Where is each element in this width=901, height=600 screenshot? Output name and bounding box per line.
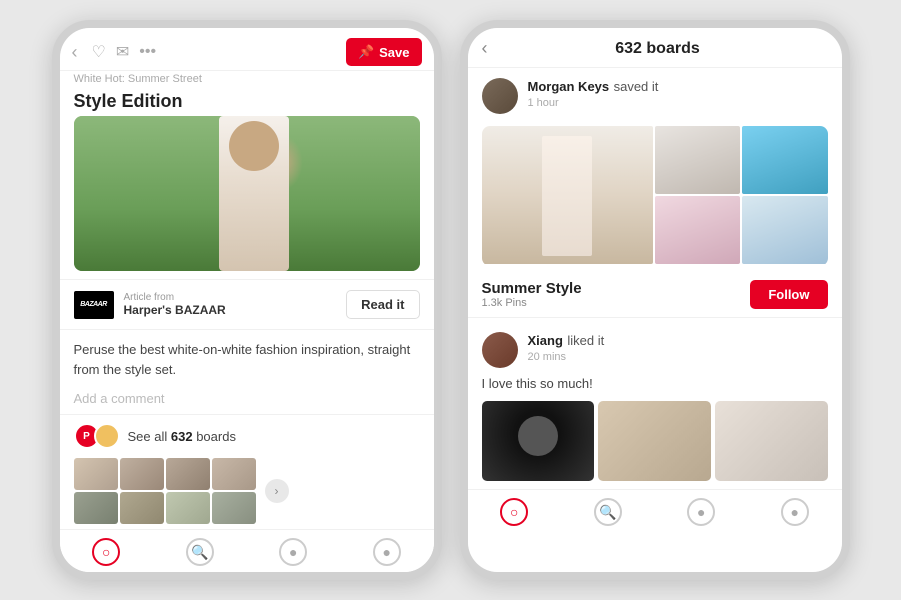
thumb-5 [74, 492, 118, 524]
activity-info-2: Xiang liked it 20 mins [528, 332, 828, 363]
thumb-3 [166, 458, 210, 490]
read-it-button[interactable]: Read it [346, 290, 419, 319]
heart-icon[interactable]: ♡ [92, 42, 106, 62]
activity-thumb-3 [715, 401, 828, 481]
activity-thumb-2 [598, 401, 711, 481]
bottom-nav-2: ○ 🔍 ● ● [468, 489, 842, 532]
board-grid [482, 126, 828, 266]
nav-chat-icon[interactable]: ● [279, 538, 307, 566]
activity-time-1: 1 hour [528, 97, 828, 109]
thumb-6 [120, 492, 164, 524]
boards-scroll[interactable]: › [60, 457, 434, 529]
phone-2-header: ‹ 632 boards [468, 28, 842, 68]
article-subtitle: White Hot: Summer Street [60, 71, 434, 85]
activity-info-1: Morgan Keys saved it 1 hour [528, 78, 828, 109]
scroll-next-arrow[interactable]: › [265, 479, 289, 503]
nav-2-chat-icon[interactable]: ● [687, 498, 715, 526]
thumb-8 [212, 492, 256, 524]
activity-thumb-1 [482, 401, 595, 481]
board-cell-tr [655, 126, 741, 194]
comment-input[interactable]: Add a comment [60, 385, 434, 415]
nav-2-profile-icon[interactable]: ● [781, 498, 809, 526]
board-preview[interactable] [482, 126, 828, 266]
nav-2-pinterest-icon[interactable]: ○ [500, 498, 528, 526]
back-icon[interactable]: ‹ [72, 42, 78, 63]
article-info: Article from Harper's BAZAAR [114, 292, 347, 317]
pin-icon: 📌 [358, 44, 374, 60]
board-cell-main [482, 126, 653, 264]
nav-2-search-icon[interactable]: 🔍 [594, 498, 622, 526]
avatar-stack: P [74, 423, 114, 449]
activity-top-2: Xiang liked it 20 mins [482, 332, 828, 368]
nav-search-icon[interactable]: 🔍 [186, 538, 214, 566]
board-info: Summer Style 1.3k Pins Follow [468, 274, 842, 317]
phone-1: ‹ ♡ ✉ ••• 📌 Save White Hot: Summer Stree… [52, 20, 442, 580]
board-cell-bl [655, 196, 741, 264]
description-text: Peruse the best white-on-white fashion i… [60, 330, 434, 385]
avatar-morgan[interactable] [482, 78, 518, 114]
thumb-2 [120, 458, 164, 490]
thumb-1 [74, 458, 118, 490]
bazaar-logo: BAZAAR [74, 291, 114, 319]
article-from-label: Article from [124, 292, 347, 303]
divider-1 [468, 317, 842, 318]
nav-profile-icon[interactable]: ● [373, 538, 401, 566]
bottom-nav-1: ○ 🔍 ● ● [60, 529, 434, 572]
board-name: Summer Style [482, 280, 582, 297]
nav-pinterest-icon[interactable]: ○ [92, 538, 120, 566]
thumb-7 [166, 492, 210, 524]
activity-comment: I love this so much! [468, 372, 842, 397]
activity-top-1: Morgan Keys saved it 1 hour [482, 78, 828, 114]
send-icon[interactable]: ✉ [116, 42, 129, 62]
board-cell-mr [742, 126, 828, 194]
board-cell-bm [742, 196, 828, 264]
phone-1-screen: ‹ ♡ ✉ ••• 📌 Save White Hot: Summer Stree… [60, 28, 434, 572]
activity-name-2: Xiang liked it [528, 332, 828, 350]
activity-name-1: Morgan Keys saved it [528, 78, 828, 96]
boards-title: 632 boards [488, 40, 828, 58]
boards-row: P See all 632 boards [60, 415, 434, 457]
more-icon[interactable]: ••• [139, 43, 336, 61]
thumb-grid [74, 458, 256, 524]
thumb-4 [212, 458, 256, 490]
activity-images [468, 397, 842, 489]
board-pin-count: 1.3k Pins [482, 297, 582, 309]
activity-item-2: Xiang liked it 20 mins [468, 322, 842, 372]
phone-2: ‹ 632 boards Morgan Keys saved it 1 hour [460, 20, 850, 580]
phone-1-header: ‹ ♡ ✉ ••• 📌 Save [60, 28, 434, 71]
board-details: Summer Style 1.3k Pins [482, 280, 582, 309]
follow-button[interactable]: Follow [750, 280, 827, 309]
save-button[interactable]: 📌 Save [346, 38, 422, 66]
page-title: Style Edition [60, 85, 434, 116]
main-image [74, 116, 420, 271]
avatar-xiang[interactable] [482, 332, 518, 368]
phone-2-screen: ‹ 632 boards Morgan Keys saved it 1 hour [468, 28, 842, 572]
activity-time-2: 20 mins [528, 351, 828, 363]
avatar-2 [94, 423, 120, 449]
article-row: BAZAAR Article from Harper's BAZAAR Read… [60, 279, 434, 330]
article-source: Harper's BAZAAR [124, 303, 347, 317]
activity-item-1: Morgan Keys saved it 1 hour [468, 68, 842, 118]
boards-label[interactable]: See all 632 boards [128, 429, 236, 444]
